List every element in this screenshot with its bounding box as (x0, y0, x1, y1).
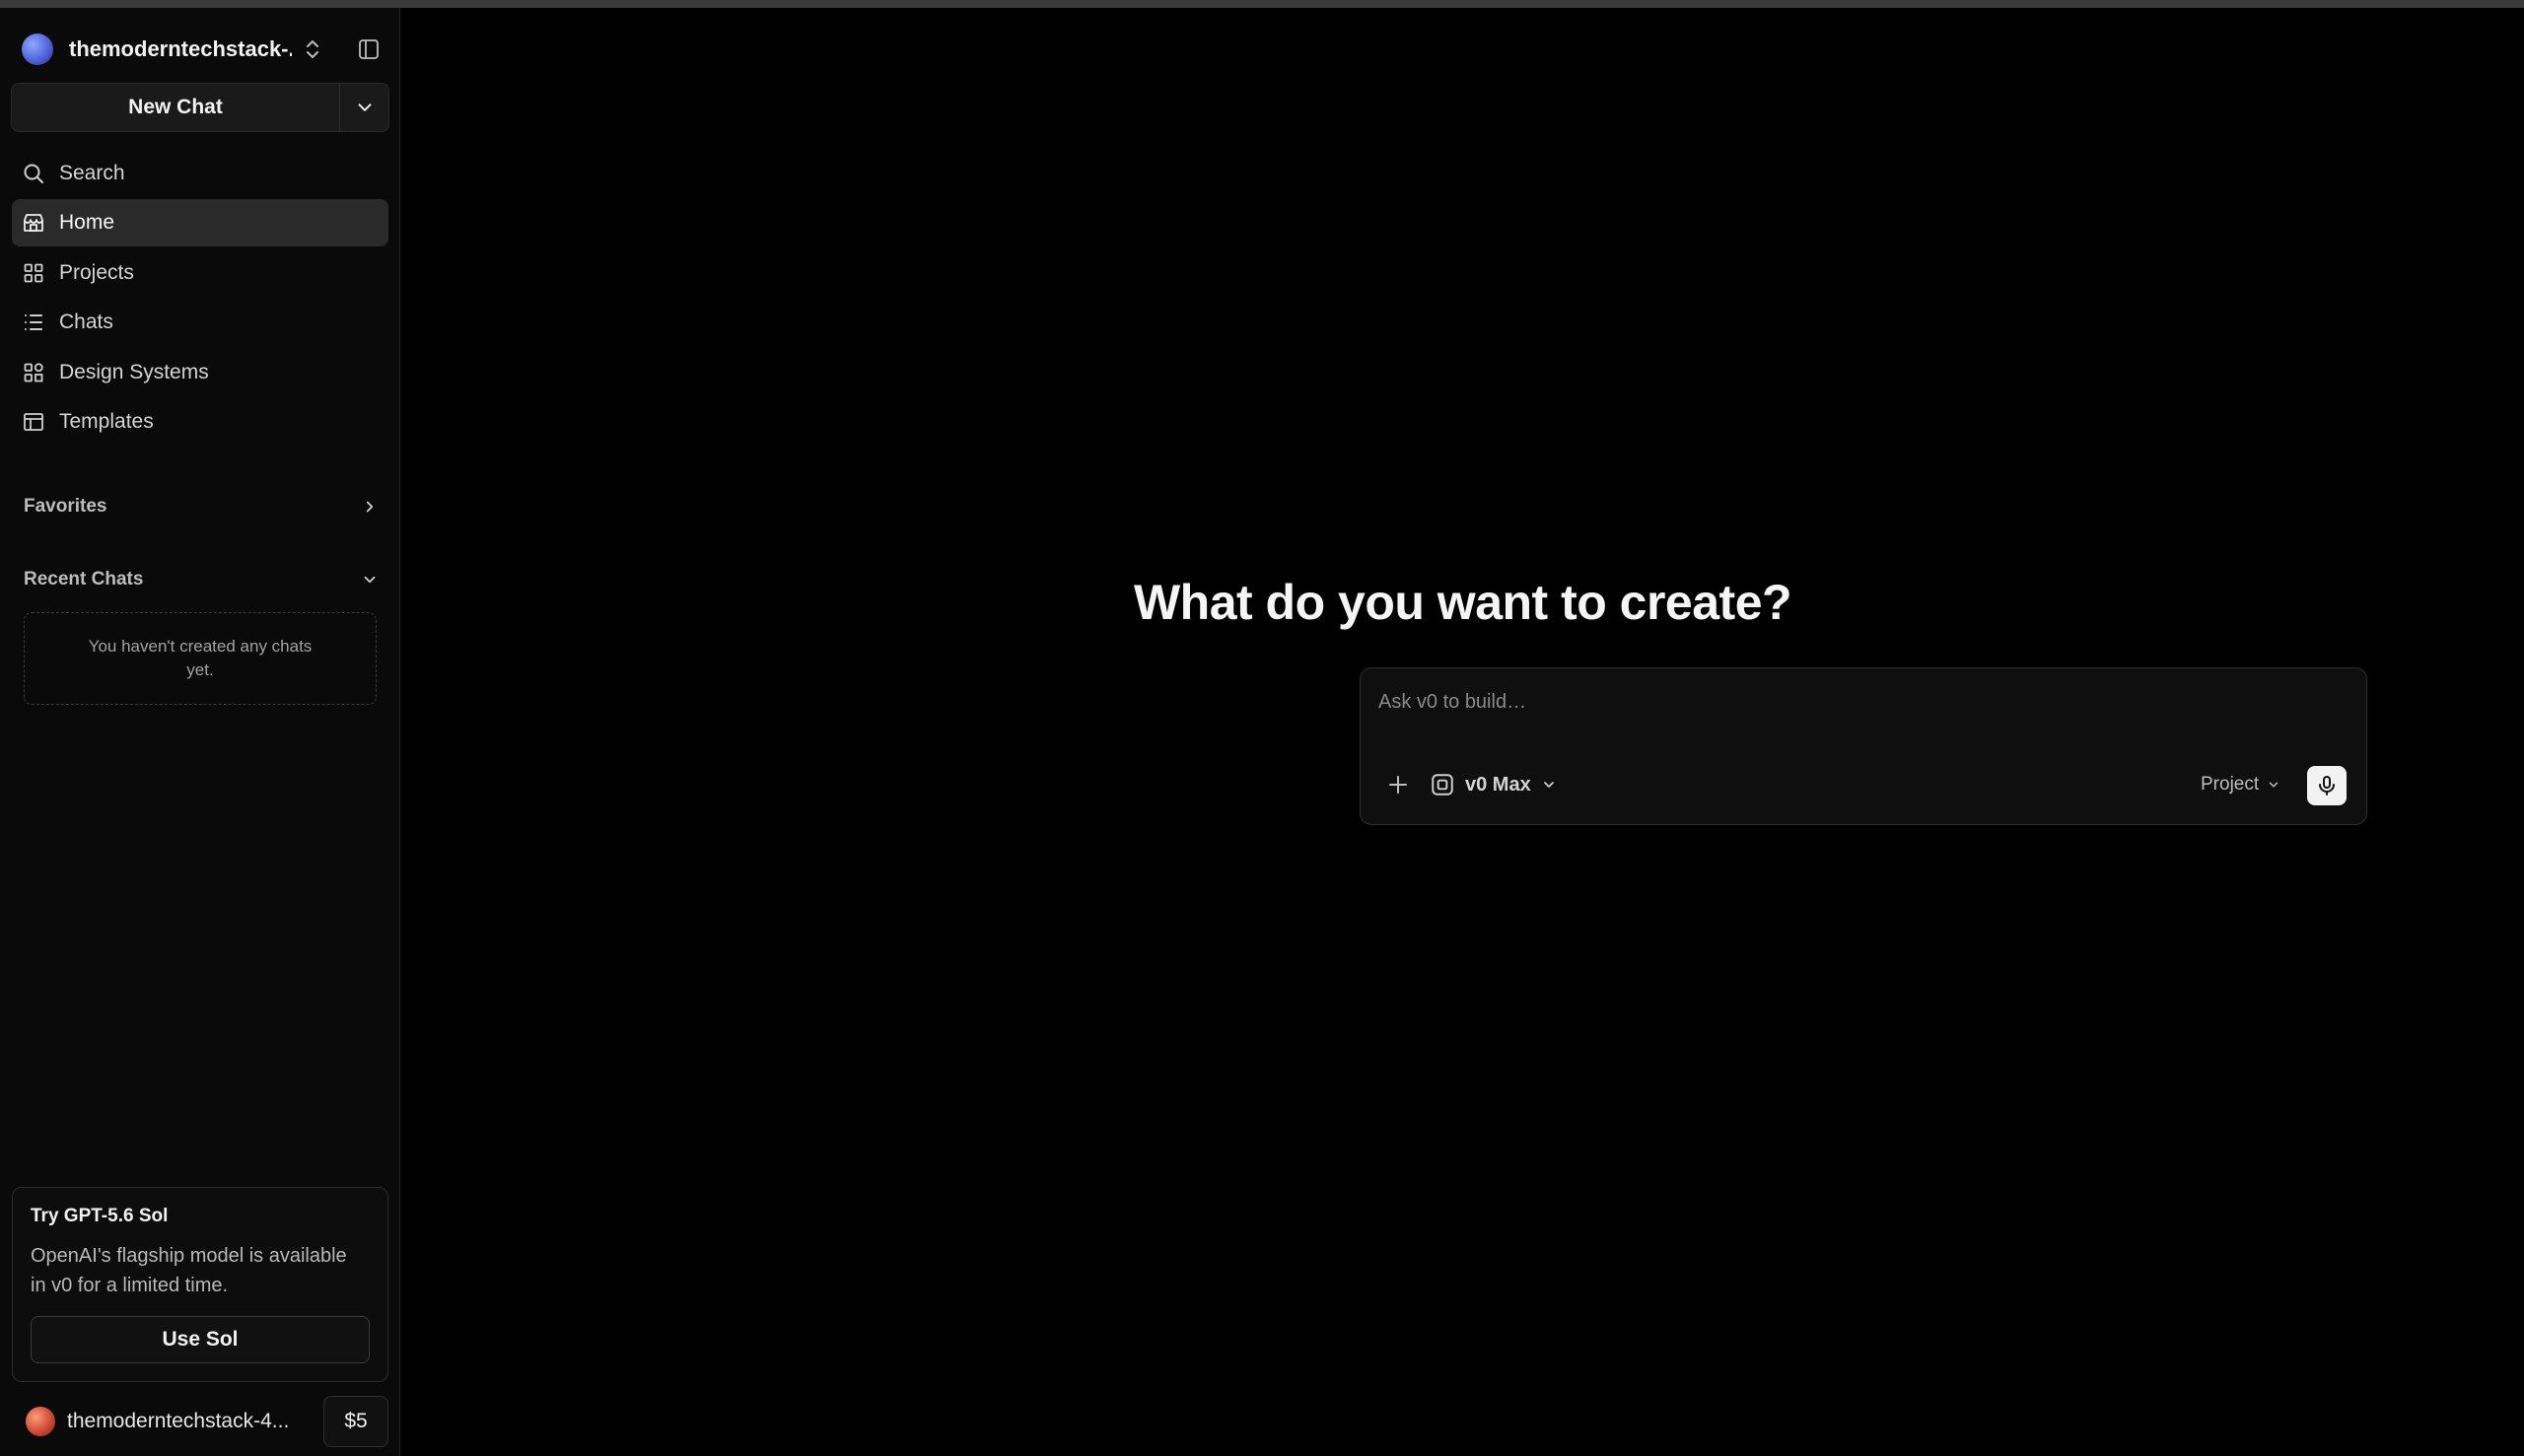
sidebar: themoderntechstack-... New Chat Search H… (0, 8, 400, 1456)
favorites-section-header[interactable]: Favorites (24, 489, 379, 524)
chevron-right-icon (366, 501, 374, 513)
favorites-label: Favorites (24, 496, 107, 517)
microphone-icon (2319, 776, 2335, 796)
design-system-icon (24, 362, 43, 381)
primary-nav: Search Home Projects Chats Design System… (12, 150, 388, 448)
user-avatar (26, 1407, 55, 1436)
main-content: What do you want to create? v0 Max Proje… (401, 8, 2524, 1456)
grid-icon (24, 263, 43, 283)
page-title: What do you want to create? (1133, 575, 1792, 630)
voice-input-button[interactable] (2307, 766, 2347, 805)
new-chat-button-group: New Chat (11, 83, 389, 132)
nav-chats-label: Chats (59, 311, 113, 334)
recent-chats-section-header[interactable]: Recent Chats (24, 562, 379, 597)
credits-badge[interactable]: $5 (323, 1396, 388, 1447)
promo-card: Try GPT-5.6 Sol OpenAI's flagship model … (12, 1187, 388, 1382)
window-top-bar (0, 0, 2524, 8)
model-selector[interactable]: v0 Max (1430, 767, 1557, 802)
project-label: Project (2201, 774, 2260, 795)
model-label: v0 Max (1465, 773, 1531, 796)
chevron-down-icon (357, 104, 372, 111)
prompt-composer: v0 Max Project (1360, 667, 2367, 825)
promo-body: OpenAI's flagship model is available in … (31, 1245, 347, 1296)
prompt-input[interactable] (1378, 682, 2345, 722)
new-chat-button[interactable]: New Chat (12, 84, 339, 131)
home-icon (24, 214, 43, 233)
nav-projects[interactable]: Projects (12, 249, 388, 297)
nav-search-label: Search (59, 162, 125, 184)
model-chip-icon (1432, 774, 1453, 796)
chevron-up-down-icon (302, 35, 323, 64)
chevron-down-icon (364, 576, 376, 584)
nav-home[interactable]: Home (12, 199, 388, 247)
nav-search[interactable]: Search (12, 150, 388, 197)
workspace-switcher[interactable]: themoderntechstack-... (22, 28, 385, 71)
use-sol-button[interactable]: Use Sol (31, 1316, 370, 1363)
nav-home-label: Home (59, 211, 115, 235)
search-icon (24, 164, 43, 183)
workspace-avatar (22, 34, 53, 65)
workspace-name: themoderntechstack-... (69, 36, 292, 61)
recent-chats-label: Recent Chats (24, 569, 144, 589)
nav-design-systems-label: Design Systems (59, 360, 209, 383)
user-name: themoderntechstack-4... (67, 1410, 290, 1432)
chevron-down-icon (2269, 782, 2279, 788)
nav-templates[interactable]: Templates (12, 398, 388, 446)
promo-title: Try GPT-5.6 Sol (31, 1206, 169, 1226)
nav-projects-label: Projects (59, 260, 134, 284)
sidebar-toggle-icon[interactable] (351, 32, 386, 67)
list-icon (25, 314, 42, 331)
nav-templates-label: Templates (59, 409, 154, 433)
chevron-down-icon (1543, 782, 1554, 788)
attach-button[interactable] (1382, 769, 1414, 800)
new-chat-dropdown-button[interactable] (339, 84, 388, 131)
template-icon (24, 413, 43, 431)
plus-icon (1389, 776, 1407, 794)
user-account-row[interactable]: themoderntechstack-4... $5 (26, 1396, 390, 1447)
empty-state-text: You haven't created any chats yet. (88, 637, 313, 679)
nav-chats[interactable]: Chats (12, 299, 388, 346)
recent-chats-empty-state: You haven't created any chats yet. (24, 612, 377, 705)
project-selector[interactable]: Project (2201, 767, 2280, 802)
nav-design-systems[interactable]: Design Systems (12, 349, 388, 396)
